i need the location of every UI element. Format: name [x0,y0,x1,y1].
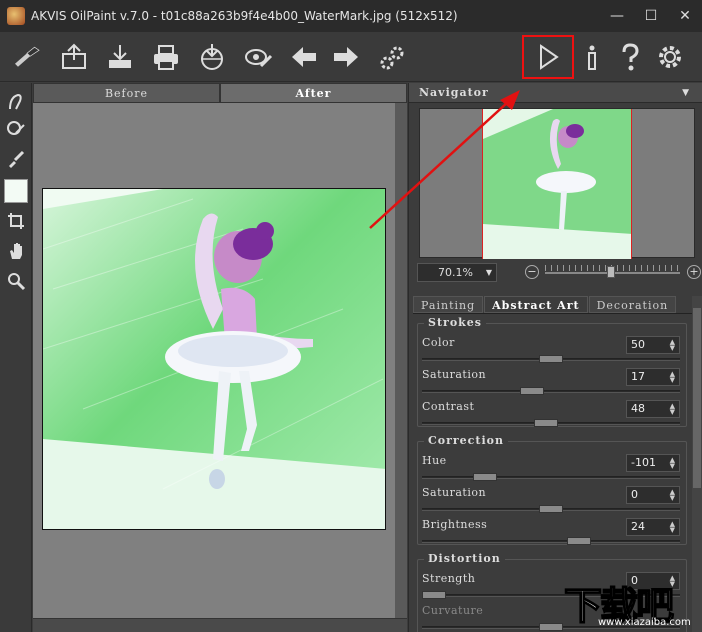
zoom-out-button[interactable]: − [525,265,539,279]
slider-thumb[interactable] [520,387,544,395]
strokes-contrast-spinbox[interactable]: 48 ▲ ▼ [626,400,680,418]
settings-scrollbar-thumb[interactable] [693,308,701,488]
tab-abstract-art[interactable]: Abstract Art [484,296,588,313]
share-icon[interactable] [194,39,230,75]
navigator-preview[interactable] [419,108,695,259]
canvas-horizontal-scrollbar[interactable] [33,618,407,632]
canvas-area: Before After [33,83,407,632]
watermark: 下载吧 www.xiazaiba.com [562,575,702,632]
zoom-slider-thumb[interactable] [607,266,615,278]
tab-decoration[interactable]: Decoration [588,296,677,313]
maximize-button[interactable]: ☐ [634,0,668,32]
save-icon[interactable] [102,39,138,75]
strokes-saturation-param: Saturation 17 ▲ ▼ [422,368,684,400]
zoom-value: 70.1% [438,266,473,279]
strokes-color-param: Color 50 ▲ ▼ [422,336,684,368]
eraser-icon[interactable] [4,117,28,141]
result-image[interactable] [42,188,386,530]
tab-before[interactable]: Before [33,83,220,103]
correction-group: Correction Hue -101 ▲ ▼ Saturation 0 ▲ ▼ Bri… [417,434,687,545]
zoom-row: 70.1% ▼ − + [417,263,701,283]
correction-hue-slider[interactable] [422,476,680,479]
correction-brightness-slider[interactable] [422,540,680,543]
param-label: Color [422,336,455,349]
chevron-down-icon: ▼ [485,268,492,277]
settings-panel: Navigator ▼ 70.1% ▼ − + Painting Abstrac… [408,83,702,632]
logo-brush-icon [6,39,48,75]
slider-thumb[interactable] [534,419,558,427]
canvas-vertical-scrollbar[interactable] [395,103,407,618]
batch-icon[interactable] [240,39,276,75]
strokes-saturation-spinbox[interactable]: 17 ▲ ▼ [626,368,680,386]
strokes-saturation-slider[interactable] [422,390,680,393]
slider-thumb[interactable] [539,505,563,513]
settings-tabs: Painting Abstract Art Decoration [413,296,699,314]
slider-thumb[interactable] [539,355,563,363]
navigator-header: Navigator ▼ [409,83,702,103]
tool-panel [0,83,32,632]
zoom-in-button[interactable]: + [687,265,701,279]
correction-group-title: Correction [424,434,508,447]
slider-thumb[interactable] [567,537,591,545]
print-icon[interactable] [148,39,184,75]
view-tabs: Before After [33,83,407,103]
slider-thumb[interactable] [422,591,446,599]
hand-icon[interactable] [4,239,28,263]
strokes-color-spinbox[interactable]: 50 ▲ ▼ [626,336,680,354]
collapse-arrow-icon[interactable]: ▼ [682,88,690,98]
param-label: Curvature [422,604,484,617]
param-label: Saturation [422,368,487,381]
forward-icon[interactable] [328,39,364,75]
tab-painting[interactable]: Painting [413,296,484,313]
correction-saturation-spinbox[interactable]: 0 ▲ ▼ [626,486,680,504]
brush-icon[interactable] [4,147,28,171]
correction-brightness-spinbox[interactable]: 24 ▲ ▼ [626,518,680,536]
slider-thumb [539,623,563,631]
strokes-contrast-param: Contrast 48 ▲ ▼ [422,400,684,432]
app-logo-icon [7,7,25,25]
param-label: Strength [422,572,476,585]
zoom-select[interactable]: 70.1% ▼ [417,263,497,282]
minimize-button[interactable]: — [600,0,634,32]
correction-brightness-param: Brightness 24 ▲ ▼ [422,518,684,550]
preferences-gear-icon[interactable] [374,39,410,75]
smudge-icon[interactable] [4,89,28,113]
distortion-group-title: Distortion [424,552,505,565]
open-icon[interactable] [56,39,92,75]
correction-hue-spinbox[interactable]: -101 ▲ ▼ [626,454,680,472]
title-bar: AKVIS OilPaint v.7.0 - t01c88a263b9f4e4b… [0,0,702,32]
main-toolbar [0,32,702,82]
info-icon[interactable] [574,39,610,75]
param-label: Brightness [422,518,488,531]
slider-thumb[interactable] [473,473,497,481]
crop-icon[interactable] [4,209,28,233]
back-icon[interactable] [286,39,322,75]
settings-gear-icon[interactable] [652,39,688,75]
navigator-title: Navigator [419,86,489,99]
watermark-url: www.xiazaiba.com [598,617,691,628]
strokes-group-title: Strokes [424,316,486,329]
correction-saturation-param: Saturation 0 ▲ ▼ [422,486,684,518]
window-title: AKVIS OilPaint v.7.0 - t01c88a263b9f4e4b… [31,9,458,23]
help-icon[interactable] [612,39,648,75]
color-swatch[interactable] [4,179,28,203]
close-button[interactable]: ✕ [668,0,702,32]
tab-after[interactable]: After [220,83,407,103]
correction-hue-param: Hue -101 ▲ ▼ [422,454,684,486]
param-label: Contrast [422,400,475,413]
run-button[interactable] [522,35,574,79]
strokes-group: Strokes Color 50 ▲ ▼ Saturation 17 ▲ ▼ Contr… [417,316,687,427]
zoom-icon[interactable] [4,269,28,293]
param-label: Saturation [422,486,487,499]
navigator-thumbnail[interactable] [482,109,632,259]
param-label: Hue [422,454,447,467]
run-icon [540,44,559,70]
